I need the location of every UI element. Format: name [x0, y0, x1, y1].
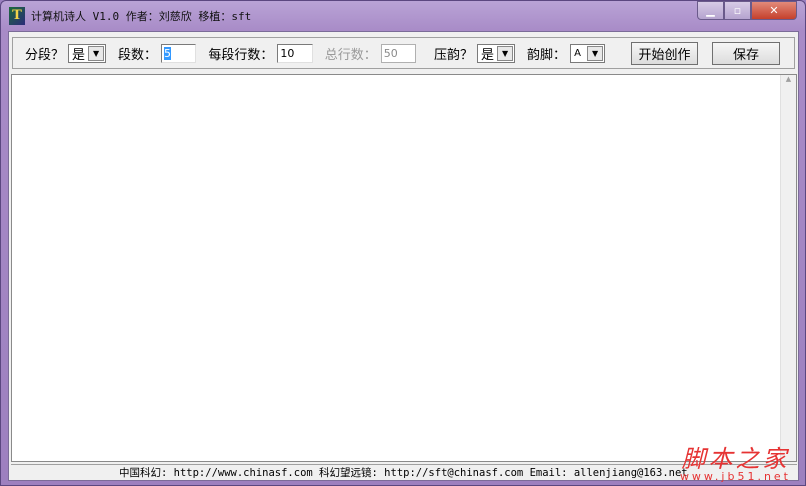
poem-textarea[interactable]: ▲ [11, 74, 797, 462]
segment-label: 分段？ [25, 47, 65, 63]
app-icon: T [9, 7, 25, 25]
segments-label: 段数： [118, 47, 158, 63]
segment-select-value: 是 [72, 47, 86, 63]
close-button[interactable]: ✕ [751, 1, 797, 20]
rhyme-foot-select[interactable]: A ▼ [570, 43, 606, 63]
segments-input[interactable]: 5 [161, 43, 197, 63]
client-area: 分段？ 是 ▼ 段数： 5 每段行数： 10 总行数： 50 压韵？ 是 ▼ 韵脚：… [8, 31, 799, 481]
segment-select[interactable]: 是 ▼ [68, 43, 107, 63]
rhyme-foot-select-value: A [574, 47, 581, 59]
total-lines-label: 总行数： [324, 47, 377, 63]
title-bar: T 计算机诗人 V1.0 作者：刘慈欣 移植：sft [9, 6, 251, 26]
chevron-down-icon[interactable]: ▼ [88, 45, 105, 61]
lines-per-segment-input[interactable]: 10 [277, 43, 313, 63]
rhyme-label: 压韵？ [434, 47, 474, 63]
minimize-button[interactable]: ▁ [697, 1, 724, 20]
rhyme-foot-label: 韵脚： [527, 47, 567, 63]
lines-per-segment-label: 每段行数： [208, 47, 274, 63]
settings-toolbar: 分段？ 是 ▼ 段数： 5 每段行数： 10 总行数： 50 压韵？ 是 ▼ 韵脚：… [12, 37, 795, 69]
app-window: T 计算机诗人 V1.0 作者：刘慈欣 移植：sft ▁ ▫ ✕ 分段？ 是 ▼ … [0, 0, 806, 486]
maximize-button[interactable]: ▫ [724, 1, 751, 20]
status-bar: 中国科幻: http://www.chinasf.com 科幻望远镜: http… [11, 464, 797, 480]
rhyme-select-value: 是 [481, 47, 495, 63]
chevron-down-icon[interactable]: ▼ [587, 45, 604, 61]
window-controls: ▁ ▫ ✕ [697, 1, 797, 20]
save-button[interactable]: 保存 [712, 41, 781, 65]
total-lines-input: 50 [380, 43, 417, 63]
scroll-up-icon[interactable]: ▲ [781, 75, 796, 83]
vertical-scrollbar[interactable]: ▲ [780, 75, 796, 461]
segments-input-value: 5 [164, 46, 172, 60]
rhyme-select[interactable]: 是 ▼ [477, 43, 516, 63]
chevron-down-icon[interactable]: ▼ [497, 45, 514, 61]
window-title: 计算机诗人 V1.0 作者：刘慈欣 移植：sft [31, 10, 252, 23]
start-button[interactable]: 开始创作 [631, 41, 699, 65]
